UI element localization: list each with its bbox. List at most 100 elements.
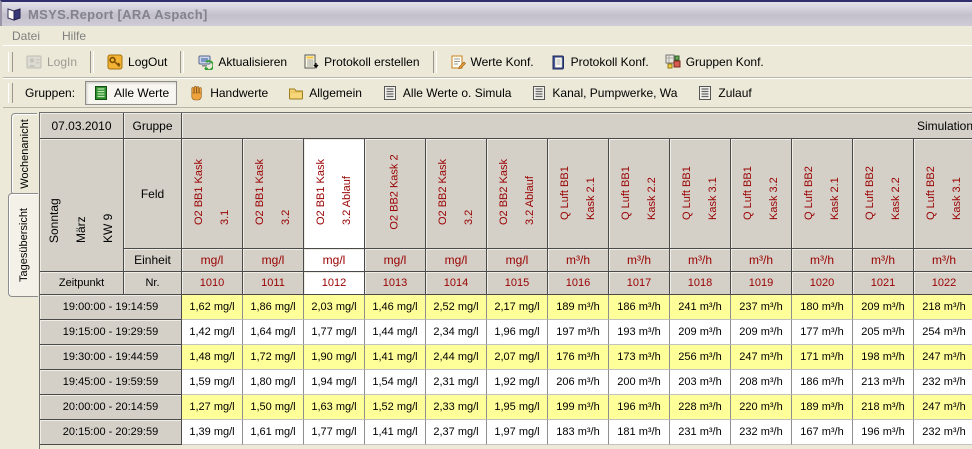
toolbar-grip[interactable]	[8, 52, 13, 72]
column-feld-header[interactable]: Q Luft BB1Kask 3.1	[670, 139, 731, 249]
simulation-label: Simulation	[917, 119, 972, 133]
column-nr-cell[interactable]: 1013	[365, 272, 426, 295]
group-kanal-pumpwerke-button[interactable]: Kanal, Pumpwerke, Wa	[523, 81, 685, 105]
column-feld-header[interactable]: O2 BB1 Kask3.1	[182, 139, 243, 249]
value-cell: 2,31 mg/l	[426, 370, 487, 395]
column-einheit-cell: m³/h	[731, 249, 792, 272]
tab-tagesuebersicht[interactable]: Tagesübersicht	[8, 193, 38, 297]
row-time-label[interactable]: 19:00:00 - 19:14:59	[40, 295, 182, 320]
column-feld-lines: Q Luft BB1Kask 2.1	[552, 164, 604, 224]
column-feld-header[interactable]: O2 BB1 Kask3.2	[243, 139, 304, 249]
value-cell: 1,80 mg/l	[243, 370, 304, 395]
groupbar-grip[interactable]	[8, 83, 13, 103]
group-alle-werte-button[interactable]: Alle Werte	[85, 81, 177, 105]
column-feld-header[interactable]: O2 BB1 Kask3.2 Ablauf	[304, 139, 365, 249]
toolbar-button-label: LogOut	[128, 55, 167, 69]
groups-config-button[interactable]: Gruppen Konf.	[658, 51, 771, 73]
value-cell: 247 m³/h	[914, 345, 972, 370]
refresh-button[interactable]: Aktualisieren	[190, 51, 294, 73]
column-nr-cell[interactable]: 1020	[792, 272, 853, 295]
column-einheit-cell: mg/l	[243, 249, 304, 272]
column-nr-cell[interactable]: 1010	[182, 272, 243, 295]
value-cell: 228 m³/h	[670, 395, 731, 420]
value-cell: 2,44 mg/l	[426, 345, 487, 370]
group-handwerte-button[interactable]: Handwerte	[181, 81, 276, 105]
column-nr-cell[interactable]: 1012	[304, 272, 365, 295]
row-time-label[interactable]: 20:00:00 - 20:14:59	[40, 395, 182, 420]
column-nr-cell[interactable]: 1018	[670, 272, 731, 295]
day-header-cell: Sonntag März KW 9	[40, 139, 124, 272]
column-feld-header[interactable]: Q Luft BB2Kask 2.1	[792, 139, 853, 249]
column-feld-header[interactable]: Q Luft BB2Kask 3.1	[914, 139, 972, 249]
value-cell: 2,34 mg/l	[426, 320, 487, 345]
menu-hilfe[interactable]: Hilfe	[62, 29, 86, 43]
group-alle-werte-o-simula-button[interactable]: Alle Werte o. Simula	[374, 81, 520, 105]
column-feld-lines: Q Luft BB2Kask 3.1	[918, 164, 970, 224]
report-table-wrap: 07.03.2010 Gruppe Simulation Sonntag Mär…	[39, 112, 972, 449]
row-time-label[interactable]: 19:15:00 - 19:29:59	[40, 320, 182, 345]
column-feld-header[interactable]: Q Luft BB2Kask 2.2	[853, 139, 914, 249]
column-feld-lines: Q Luft BB1Kask 3.1	[674, 164, 726, 224]
toolbar-button-label: Werte Konf.	[471, 55, 534, 69]
date-label: 07.03.2010	[51, 119, 111, 133]
date-header-cell[interactable]: 07.03.2010	[40, 113, 124, 139]
row-time-label[interactable]: 19:30:00 - 19:44:59	[40, 345, 182, 370]
value-cell: 218 m³/h	[853, 395, 914, 420]
value-cell: 1,42 mg/l	[182, 320, 243, 345]
column-feld-header[interactable]: Q Luft BB1Kask 2.1	[548, 139, 609, 249]
column-feld-lines: Q Luft BB1Kask 3.2	[735, 164, 787, 224]
report-table: 07.03.2010 Gruppe Simulation Sonntag Mär…	[40, 113, 972, 445]
value-cell: 1,77 mg/l	[304, 420, 365, 445]
value-cell: 1,50 mg/l	[243, 395, 304, 420]
value-cell: 2,37 mg/l	[426, 420, 487, 445]
column-feld-header[interactable]: Q Luft BB1Kask 3.2	[731, 139, 792, 249]
zeitpunkt-label: Zeitpunkt	[59, 277, 104, 289]
list-icon	[697, 85, 713, 101]
month-label: März	[68, 164, 95, 247]
values-config-button[interactable]: Werte Konf.	[443, 51, 541, 73]
column-nr-cell[interactable]: 1021	[853, 272, 914, 295]
login-button[interactable]: LogIn	[19, 51, 84, 73]
column-nr-cell[interactable]: 1015	[487, 272, 548, 295]
column-nr-cell[interactable]: 1014	[426, 272, 487, 295]
group-zulauf-button[interactable]: Zulauf	[689, 81, 759, 105]
report-config-button[interactable]: Protokoll Konf.	[543, 51, 656, 73]
column-nr-cell[interactable]: 1017	[609, 272, 670, 295]
tab-wochenanicht[interactable]: Wochenanicht	[11, 113, 37, 195]
toolbar-button-label: Protokoll Konf.	[571, 55, 649, 69]
value-cell: 218 m³/h	[914, 295, 972, 320]
group-button-label: Kanal, Pumpwerke, Wa	[552, 86, 677, 100]
column-feld-header[interactable]: O2 BB2 Kask3.2 Ablauf	[487, 139, 548, 249]
day-lines: Sonntag März KW 9	[41, 164, 122, 247]
tab-label: Tagesübersicht	[18, 208, 30, 282]
value-cell: 180 m³/h	[792, 295, 853, 320]
value-cell: 2,52 mg/l	[426, 295, 487, 320]
row-time-label[interactable]: 20:15:00 - 20:29:59	[40, 420, 182, 445]
column-nr-cell[interactable]: 1011	[243, 272, 304, 295]
column-feld-header[interactable]: O2 BB2 Kask3.2	[426, 139, 487, 249]
window-title: MSYS.Report [ARA Aspach]	[28, 7, 208, 22]
simulation-group-cell[interactable]: Simulation	[182, 113, 972, 139]
value-cell: 254 m³/h	[914, 320, 972, 345]
column-feld-header[interactable]: O2 BB2 Kask 2	[365, 139, 426, 249]
report-config-icon	[550, 54, 566, 70]
menu-datei[interactable]: Datei	[12, 29, 40, 43]
logout-button[interactable]: LogOut	[100, 51, 174, 73]
column-nr-cell[interactable]: 1019	[731, 272, 792, 295]
value-cell: 1,41 mg/l	[365, 345, 426, 370]
column-nr-cell[interactable]: 1016	[548, 272, 609, 295]
hand-icon	[189, 85, 205, 101]
group-allgemein-button[interactable]: Allgemein	[280, 81, 370, 105]
column-nr-cell[interactable]: 1022	[914, 272, 972, 295]
create-report-button[interactable]: Protokoll erstellen	[296, 51, 426, 73]
value-cell: 220 m³/h	[731, 395, 792, 420]
column-einheit-cell: m³/h	[609, 249, 670, 272]
column-feld-lines: Q Luft BB2Kask 2.1	[796, 164, 848, 224]
row-time-label[interactable]: 19:45:00 - 19:59:59	[40, 370, 182, 395]
column-einheit-cell: m³/h	[853, 249, 914, 272]
column-feld-lines: O2 BB1 Kask3.2	[247, 158, 299, 228]
value-cell: 1,44 mg/l	[365, 320, 426, 345]
column-feld-header[interactable]: Q Luft BB1Kask 2.2	[609, 139, 670, 249]
value-cell: 177 m³/h	[792, 320, 853, 345]
groups-label: Gruppen:	[25, 86, 75, 100]
